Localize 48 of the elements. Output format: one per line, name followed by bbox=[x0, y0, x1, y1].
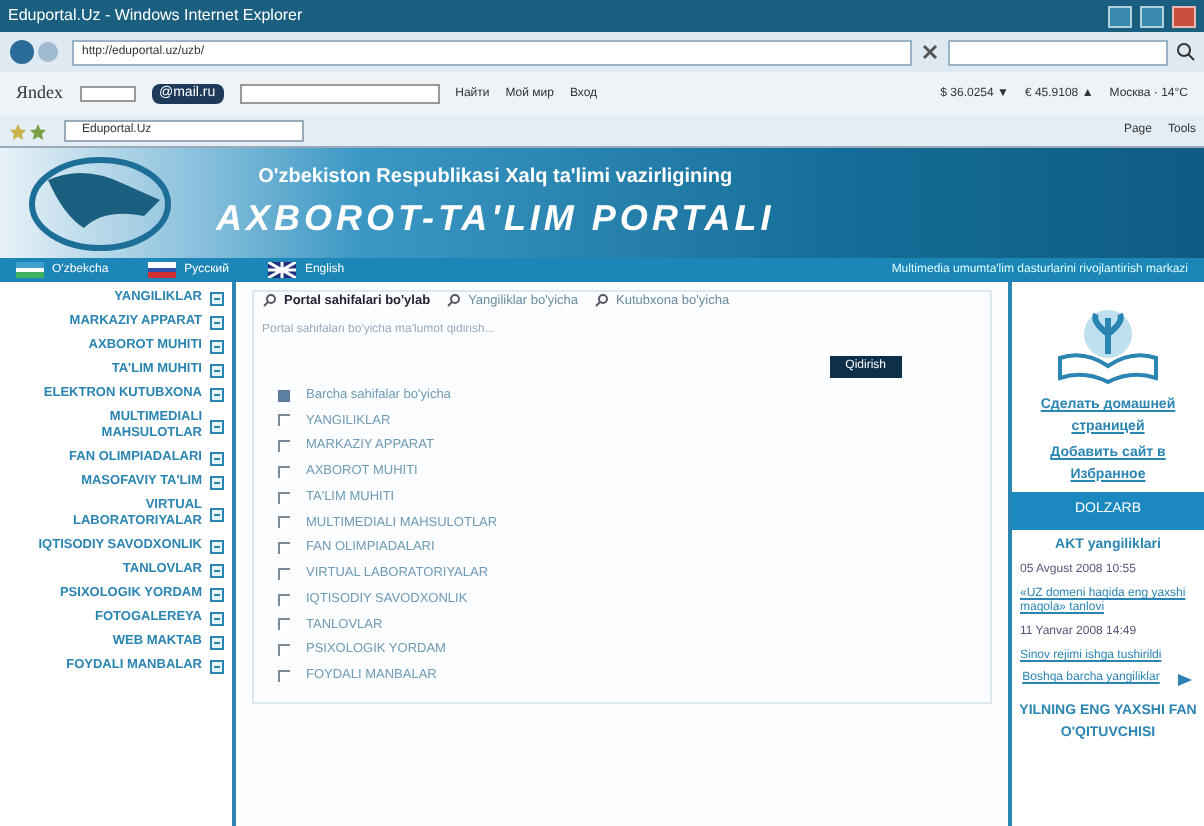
page-icon bbox=[210, 475, 224, 489]
page-icon bbox=[210, 539, 224, 553]
window-title: Eduportal.Uz - Windows Internet Explorer bbox=[8, 4, 303, 28]
close-button[interactable] bbox=[1172, 5, 1196, 27]
banner-title: AXBOROT-TA'LIM PORTALI bbox=[216, 195, 775, 241]
back-forward-icon[interactable] bbox=[8, 38, 64, 66]
maximize-button[interactable] bbox=[1140, 5, 1164, 27]
minimize-button[interactable] bbox=[1108, 5, 1132, 27]
page-icon bbox=[210, 451, 224, 465]
checkbox[interactable] bbox=[278, 516, 290, 529]
checkbox[interactable] bbox=[278, 440, 290, 453]
page-icon bbox=[210, 291, 224, 305]
page-icon bbox=[210, 611, 224, 625]
checkbox[interactable] bbox=[278, 542, 290, 555]
checkbox[interactable] bbox=[278, 567, 290, 580]
checkbox[interactable] bbox=[278, 389, 290, 402]
yandex-logo[interactable]: Яndex bbox=[16, 80, 63, 108]
search-field[interactable] bbox=[948, 39, 1168, 65]
checkbox[interactable] bbox=[278, 491, 290, 504]
toolbar-field[interactable] bbox=[79, 86, 135, 102]
banner-subtitle: O'zbekiston Respublikasi Xalq ta'limi vazirligining bbox=[258, 163, 733, 191]
page-icon bbox=[210, 363, 224, 377]
checkbox[interactable] bbox=[278, 669, 290, 682]
page-icon bbox=[210, 419, 224, 433]
page-icon bbox=[210, 315, 224, 329]
flag-icon bbox=[148, 262, 177, 278]
arrow-icon bbox=[1175, 671, 1194, 687]
page-icon bbox=[210, 587, 224, 601]
page-icon bbox=[210, 659, 224, 673]
flag-icon bbox=[268, 262, 297, 278]
page-icon bbox=[210, 507, 224, 521]
toolbar-search-field[interactable] bbox=[239, 84, 440, 104]
page-icon bbox=[210, 339, 224, 353]
checkbox[interactable] bbox=[278, 465, 290, 478]
checkbox[interactable] bbox=[278, 414, 290, 427]
page-icon bbox=[210, 387, 224, 401]
page-icon bbox=[210, 635, 224, 649]
checkbox[interactable] bbox=[278, 593, 290, 606]
close-icon[interactable] bbox=[920, 42, 940, 62]
checkbox[interactable] bbox=[278, 618, 290, 631]
search-icon bbox=[262, 294, 276, 309]
search-icon bbox=[594, 294, 609, 309]
favorites-star-icon[interactable] bbox=[8, 122, 48, 140]
page-icon bbox=[210, 563, 224, 577]
search-icon bbox=[446, 294, 461, 309]
search-icon[interactable] bbox=[1176, 42, 1196, 62]
checkbox[interactable] bbox=[278, 644, 290, 657]
flag-icon bbox=[16, 262, 44, 278]
